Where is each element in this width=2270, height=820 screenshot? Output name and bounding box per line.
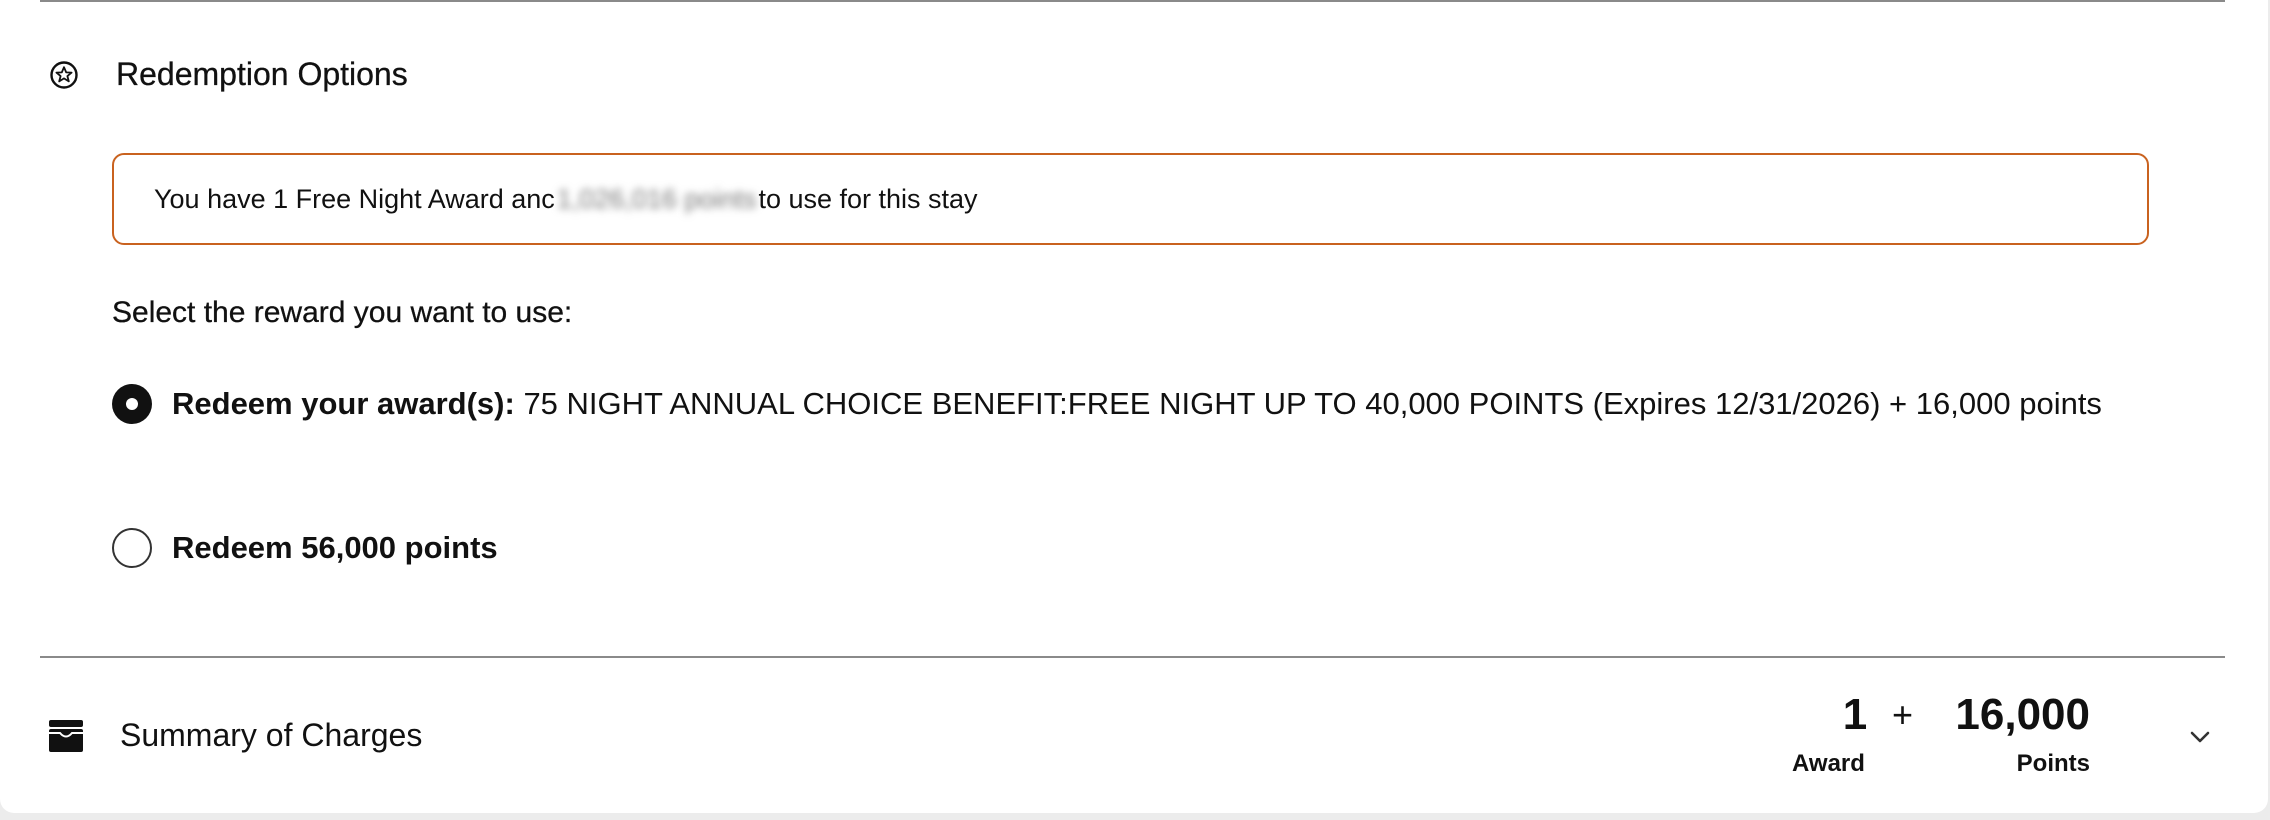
notice-text-prefix: You have 1 Free Night Award anc xyxy=(154,183,555,214)
redeem-award-option[interactable]: Redeem your award(s): 75 NIGHT ANNUAL CH… xyxy=(112,384,2122,428)
redemption-options-header: Redemption Options xyxy=(48,56,408,93)
radio-selected[interactable] xyxy=(112,384,152,424)
section-title: Redemption Options xyxy=(116,56,408,92)
points-label: Points xyxy=(2016,750,2090,777)
summary-of-charges-toggle[interactable]: Summary of Charges xyxy=(48,717,422,754)
star-circle-icon xyxy=(50,60,78,89)
summary-title: Summary of Charges xyxy=(120,717,423,753)
redeem-award-option-detail: 75 NIGHT ANNUAL CHOICE BENEFIT:FREE NIGH… xyxy=(514,386,2102,421)
chevron-down-icon[interactable] xyxy=(2186,723,2214,751)
award-label: Award xyxy=(1792,750,1865,777)
section-divider xyxy=(40,656,2225,658)
blurred-points-balance: 1,026,016 points xyxy=(556,183,757,214)
redeem-award-option-lead: Redeem your award(s): xyxy=(172,386,515,421)
notice-text-suffix: to use for this stay xyxy=(758,183,978,214)
available-rewards-notice: You have 1 Free Night Award anc 1,026,01… xyxy=(112,153,2149,245)
radio-unselected[interactable] xyxy=(112,528,152,568)
checkout-panel: Redemption Options You have 1 Free Night… xyxy=(0,0,2268,813)
redeem-award-option-label[interactable]: Redeem your award(s): 75 NIGHT ANNUAL CH… xyxy=(172,380,2102,428)
charges-total: 1 + 16,000 Award Points xyxy=(1780,690,2090,790)
redeem-points-option[interactable]: Redeem 56,000 points xyxy=(112,528,498,572)
reward-selection-prompt: Select the reward you want to use: xyxy=(112,296,573,329)
award-count: 1 xyxy=(1842,690,1868,739)
points-total: 16,000 xyxy=(1955,690,2090,739)
redeem-points-option-label[interactable]: Redeem 56,000 points xyxy=(172,524,498,572)
top-divider xyxy=(40,0,2225,2)
plus-sign: + xyxy=(1892,694,1914,735)
wallet-icon xyxy=(49,719,83,752)
